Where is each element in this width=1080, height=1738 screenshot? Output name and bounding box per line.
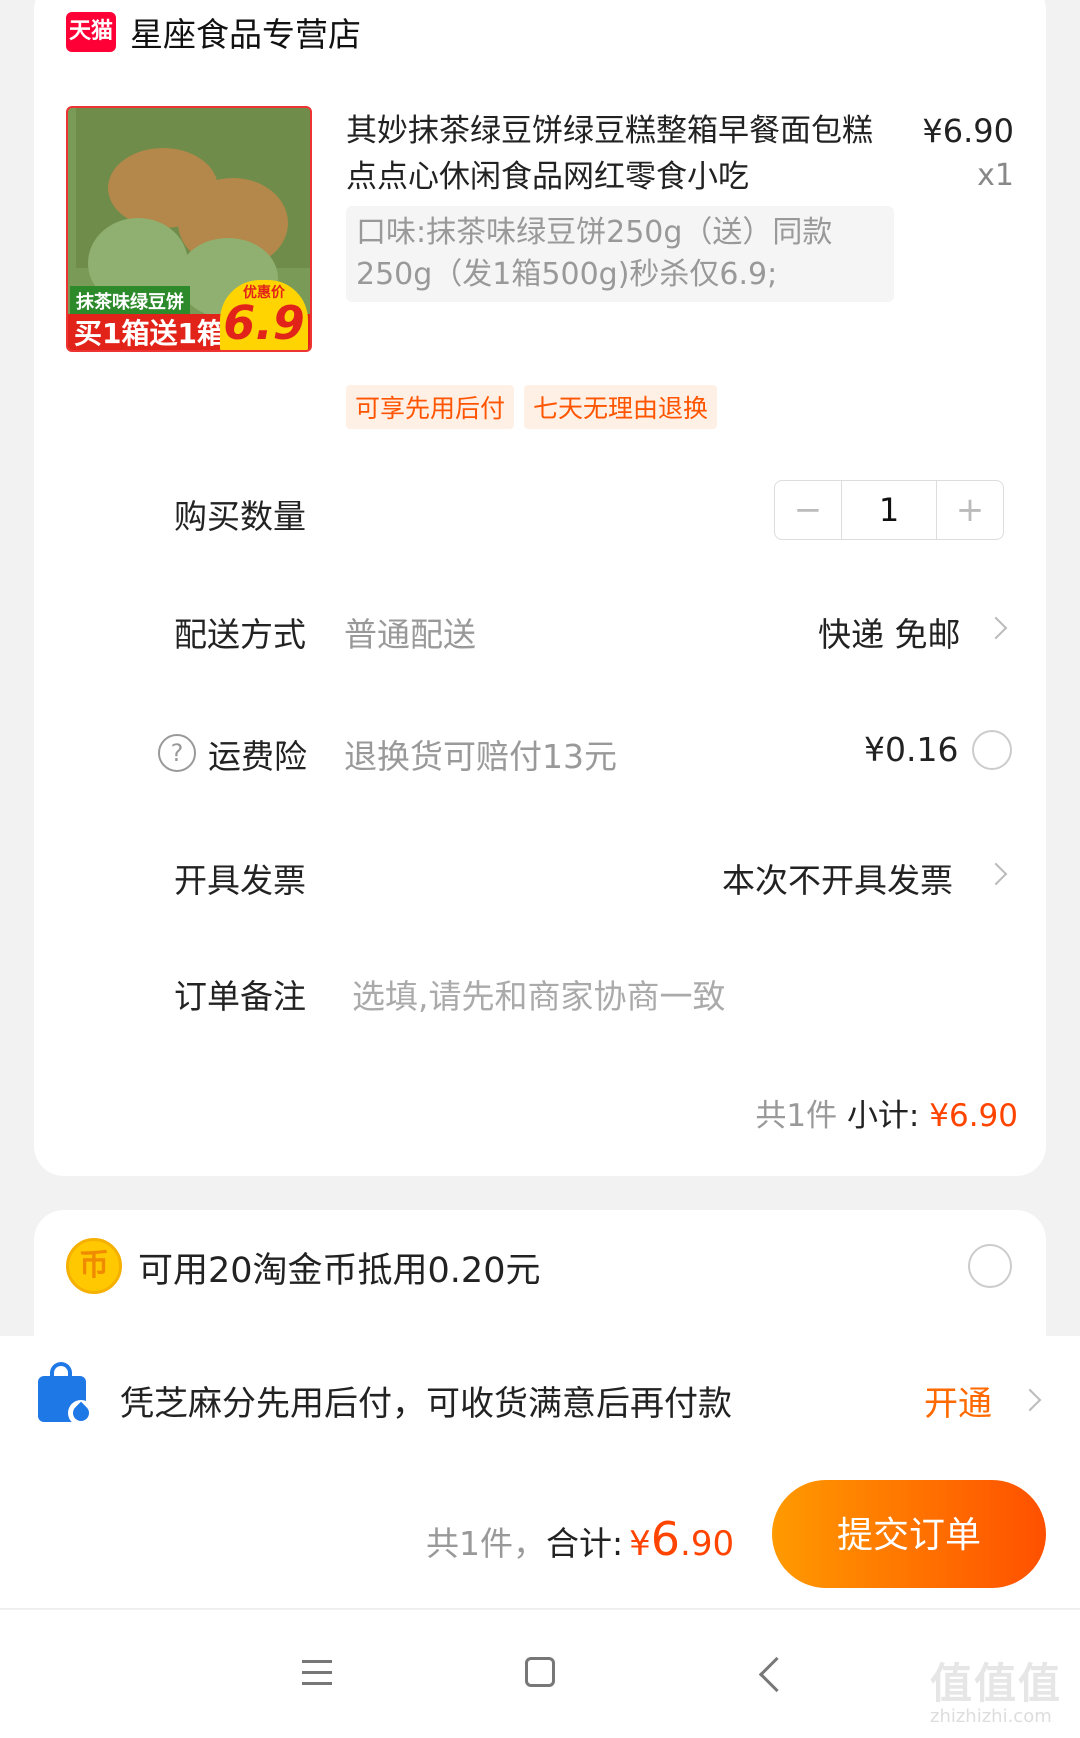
coin-icon: 币 [66,1238,122,1294]
total-currency: ¥ [629,1524,651,1564]
delivery-value: 快递 免邮 [818,615,961,654]
submit-order-button[interactable]: 提交订单 [772,1480,1046,1588]
service-tag: 七天无理由退换 [524,385,718,429]
product-image[interactable]: 抹茶味绿豆饼 买1箱送1箱 优惠价 6.9 [66,106,312,352]
delivery-label: 配送方式 [174,615,306,654]
total-count: 共1件， [426,1524,546,1563]
image-price-badge: 优惠价 6.9 [220,280,308,350]
total-label: 合计: [546,1524,624,1563]
tmall-logo: 天猫 [66,12,116,52]
help-icon[interactable]: ? [158,734,196,772]
subtotal-price: ¥6.90 [929,1098,1018,1134]
image-tag-flavor: 抹茶味绿豆饼 [70,286,190,316]
paylater-text: 凭芝麻分先用后付，可收货满意后再付款 [120,1384,732,1424]
total-decimal: .90 [680,1524,735,1564]
shopping-bag-icon [34,1362,94,1426]
product-title[interactable]: 其妙抹茶绿豆饼绿豆糕整箱早餐面包糕点点心休闲食品网红零食小吃 [346,108,886,200]
increase-button[interactable]: + [937,481,1003,539]
insurance-desc: 退换货可赔付13元 [344,737,617,776]
subtotal-count: 共1件 [755,1098,838,1134]
invoice-label: 开具发票 [174,861,306,900]
subtotal: 共1件 小计: ¥6.90 [755,1090,1018,1135]
insurance-radio[interactable] [972,730,1012,770]
service-tag: 可享先用后付 [346,385,515,429]
product-sku[interactable]: 口味:抹茶味绿豆饼250g（送）同款250g（发1箱500g)秒杀仅6.9; [346,206,894,302]
image-badge-label: 优惠价 [243,285,285,301]
image-badge-price: 6.9 [223,296,305,350]
order-total: 共1件， 合计: ¥ 6 .90 [426,1512,734,1566]
subtotal-label: 小计: [846,1098,920,1134]
quantity-value[interactable]: 1 [841,481,937,539]
menu-icon[interactable] [302,1660,332,1686]
service-tags: 可享先用后付 七天无理由退换 [346,385,718,429]
remark-label: 订单备注 [174,977,306,1016]
coin-radio[interactable] [968,1244,1012,1288]
product-price: ¥6.90 [922,112,1014,150]
shop-header[interactable]: 天猫 星座食品专营店 [66,6,361,58]
home-icon[interactable] [525,1657,555,1687]
decrease-button[interactable]: − [775,481,841,539]
total-integer: 6 [650,1512,681,1566]
quantity-stepper: − 1 + [774,480,1004,540]
coin-text: 可用20淘金币抵用0.20元 [138,1251,541,1291]
quantity-label: 购买数量 [174,497,306,536]
shop-name[interactable]: 星座食品专营店 [130,8,361,56]
delivery-method: 普通配送 [344,615,476,654]
watermark: 值值值 [930,1659,1063,1708]
activate-link[interactable]: 开通 [924,1376,992,1425]
invoice-value: 本次不开具发票 [722,861,953,900]
product-quantity: x1 [977,158,1014,193]
remark-input[interactable]: 选填,请先和商家协商一致 [352,970,726,1018]
watermark-url: zhizhizhi.com [930,1706,1052,1727]
insurance-price: ¥0.16 [864,730,959,769]
insurance-label: 运费险 [208,737,307,776]
